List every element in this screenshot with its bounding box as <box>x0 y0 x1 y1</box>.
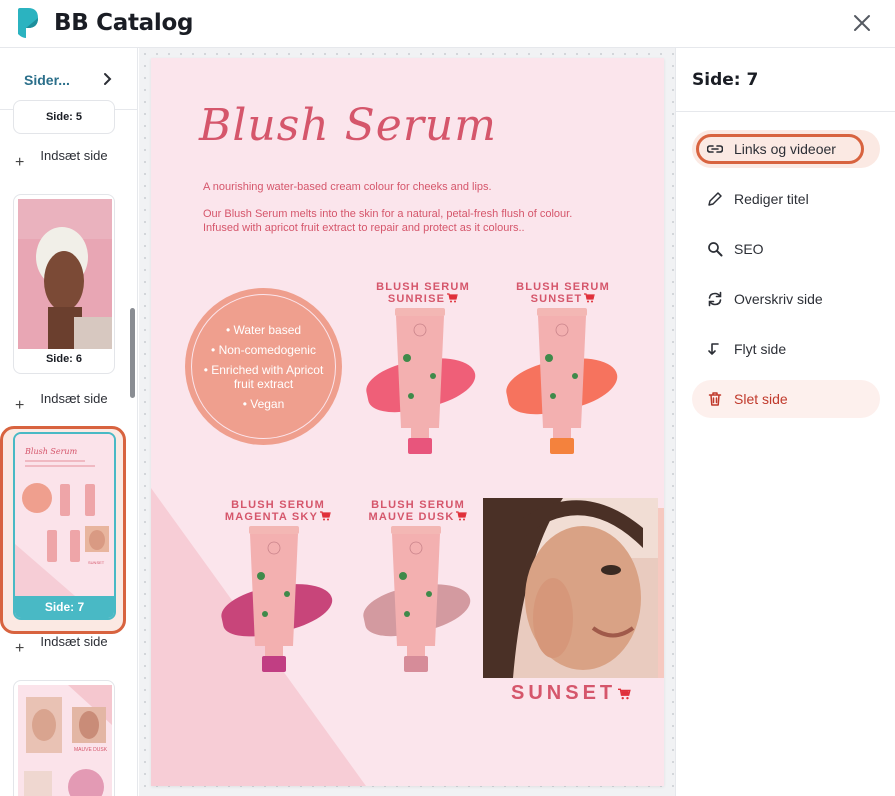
move-icon <box>708 343 719 355</box>
insert-page-button[interactable]: + Indsæt side <box>0 391 128 425</box>
product-tube-sunset[interactable] <box>535 308 589 458</box>
menu-label: SEO <box>734 241 764 257</box>
product-tube-magenta-sky[interactable] <box>247 526 301 676</box>
feature-circle: • Water based • Non-comedogenic • Enrich… <box>185 288 342 445</box>
feature-item: • Non-comedogenic <box>211 342 316 357</box>
menu-label: Slet side <box>734 391 788 407</box>
page-thumbnail-label: Side: 6 <box>45 353 83 365</box>
product-tube-mauve-dusk[interactable] <box>389 526 443 676</box>
page-description: Our Blush Serum melts into the skin for … <box>203 208 573 234</box>
page-6-preview-image <box>18 199 112 349</box>
close-icon[interactable] <box>851 12 873 34</box>
svg-text:SUNSET: SUNSET <box>88 560 105 565</box>
product-label-line1: BLUSH SERUM <box>376 281 470 293</box>
page-thumbnail-label: Side: 5 <box>45 111 83 123</box>
product-label-line2: SUNSET <box>513 293 613 305</box>
cart-icon <box>584 293 596 303</box>
insert-page-button[interactable]: + Indsæt side <box>0 148 128 182</box>
panel-title: Side: 7 <box>692 70 759 90</box>
page-thumbnail-6[interactable]: Side: 6 <box>13 194 115 374</box>
model-portrait-image[interactable] <box>483 498 658 678</box>
plus-icon: + <box>15 397 25 414</box>
app-logo-icon <box>18 8 38 38</box>
page-options-panel: Side: 7 Links og videoer Rediger titel S… <box>675 48 895 796</box>
insert-page-button[interactable]: + Indsæt side <box>0 634 128 668</box>
page-thumbnail-7[interactable]: Blush Serum SUNSET Side: 7 <box>13 432 116 620</box>
menu-label: Overskriv side <box>734 291 823 307</box>
product-label-sunrise[interactable]: BLUSH SERUM SUNRISE <box>373 281 473 305</box>
pencil-icon <box>708 192 722 206</box>
catalog-page[interactable]: Blush Serum A nourishing water-based cre… <box>151 58 664 786</box>
product-label-line1: BLUSH SERUM <box>371 499 465 511</box>
menu-label: Rediger titel <box>734 191 809 207</box>
cart-icon <box>447 293 458 303</box>
page-subtitle: A nourishing water-based cream colour fo… <box>203 181 492 193</box>
product-tube-sunrise[interactable] <box>393 308 447 458</box>
product-label-magenta-sky[interactable]: BLUSH SERUM MAGENTA SKY <box>223 499 333 523</box>
overwrite-page-button[interactable]: Overskriv side <box>692 280 880 318</box>
feature-item: • Water based <box>225 322 302 337</box>
insert-page-label: Indsæt side <box>40 391 108 406</box>
page-8-preview-image: MAUVE DUSK <box>18 685 112 796</box>
sidebar-header-label[interactable]: Sider... <box>24 72 70 88</box>
pages-sidebar: Sider... Side: 5 + Indsæt side Side: 6 +… <box>0 48 138 796</box>
insert-page-label: Indsæt side <box>40 634 108 649</box>
menu-label: Flyt side <box>734 341 787 357</box>
link-icon <box>707 145 723 153</box>
refresh-icon <box>708 291 722 307</box>
cart-icon <box>456 511 468 521</box>
search-icon <box>708 242 723 257</box>
plus-icon: + <box>15 154 25 171</box>
canvas-area: Blush Serum A nourishing water-based cre… <box>139 48 675 796</box>
panel-header: Side: 7 <box>676 48 895 112</box>
feature-item: • Vegan <box>242 396 285 411</box>
product-label-line1: BLUSH SERUM <box>231 499 325 511</box>
page-heading: Blush Serum <box>199 100 497 151</box>
edit-title-button[interactable]: Rediger titel <box>692 180 880 218</box>
page-thumbnail-8[interactable]: MAUVE DUSK <box>13 680 115 796</box>
svg-text:MAUVE DUSK: MAUVE DUSK <box>74 747 108 753</box>
product-label-line2: SUNRISE <box>373 293 473 305</box>
app-title: BB Catalog <box>54 10 194 36</box>
page-thumbnail-5[interactable]: Side: 5 <box>13 100 115 134</box>
sidebar-scrollbar[interactable] <box>130 308 135 398</box>
top-bar: BB Catalog <box>0 0 895 48</box>
plus-icon: + <box>15 640 25 657</box>
product-label-sunset[interactable]: BLUSH SERUM SUNSET <box>513 281 613 305</box>
insert-page-label: Indsæt side <box>40 148 108 163</box>
feature-item: • Enriched with Apricot fruit extract <box>203 362 324 391</box>
product-label-line1: BLUSH SERUM <box>516 281 610 293</box>
trash-icon <box>708 392 722 406</box>
move-page-button[interactable]: Flyt side <box>692 330 880 368</box>
chevron-right-icon[interactable] <box>100 72 114 86</box>
product-label-line2: MAGENTA SKY <box>223 511 333 523</box>
menu-label: Links og videoer <box>734 141 836 157</box>
links-and-videos-button[interactable]: Links og videoer <box>692 130 880 168</box>
seo-button[interactable]: SEO <box>692 230 880 268</box>
product-label-mauve-dusk[interactable]: BLUSH SERUM MAUVE DUSK <box>368 499 468 523</box>
product-label-line2: MAUVE DUSK <box>368 511 468 523</box>
page-thumbnail-label: Side: 7 <box>15 596 114 618</box>
page-7-preview-image: Blush Serum SUNSET <box>15 434 114 596</box>
delete-page-button[interactable]: Slet side <box>692 380 880 418</box>
cart-icon <box>320 511 331 521</box>
svg-text:Blush Serum: Blush Serum <box>24 447 78 456</box>
portrait-caption: SUNSET <box>511 682 631 705</box>
cart-icon <box>618 688 631 700</box>
